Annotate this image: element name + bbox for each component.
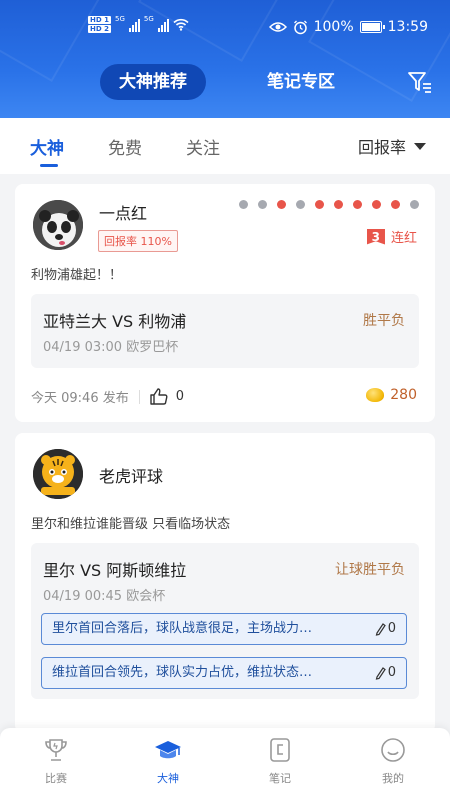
tip-description: 里尔和维拉谁能晋级 只看临场状态 xyxy=(31,517,231,532)
tab-masters[interactable]: 大神 xyxy=(30,134,64,159)
sort-label: 回报率 xyxy=(357,138,406,157)
pick-comments: 0 xyxy=(374,614,396,644)
pick-comments: 0 xyxy=(374,658,396,688)
recent-form-dots xyxy=(239,200,419,209)
avatar[interactable] xyxy=(33,449,83,499)
alarm-icon xyxy=(293,20,307,34)
author-name[interactable]: 老虎评球 xyxy=(99,463,163,487)
pencil-icon xyxy=(375,623,386,636)
pick-snippet[interactable]: 维拉首回合领先，球队实力占优，维拉状态… 0 xyxy=(41,657,407,689)
tip-card[interactable]: 一点红 回报率 110% 3 连红 利物浦雄起！！ 亚特兰大 VS 利物浦 04… xyxy=(15,184,435,422)
card-footer: 今天 09:46 发布 0 xyxy=(31,387,184,406)
divider xyxy=(138,389,140,404)
pencil-icon xyxy=(375,667,386,680)
bottom-navigation: 比赛 大神 笔记 我的 xyxy=(0,728,450,800)
hd1-badge: HD 1 xyxy=(88,16,111,24)
net1-label: 5G xyxy=(114,15,125,23)
nav-label: 我的 xyxy=(382,772,404,785)
nav-masters[interactable]: 大神 xyxy=(138,736,198,786)
nav-profile[interactable]: 我的 xyxy=(363,736,423,786)
form-dot-win xyxy=(372,200,381,209)
form-dot-loss xyxy=(296,200,305,209)
tip-description: 利物浦雄起！！ xyxy=(31,268,123,283)
net2-label: 5G xyxy=(143,15,154,23)
form-dot-win xyxy=(391,200,400,209)
graduation-cap-icon xyxy=(155,741,181,759)
notebook-icon xyxy=(270,738,290,762)
eye-icon xyxy=(268,22,287,32)
tab-notes-zone[interactable]: 笔记专区 xyxy=(256,64,346,100)
battery-percent: 100% xyxy=(313,19,354,35)
sort-dropdown[interactable]: 回报率 xyxy=(358,134,426,158)
form-dot-loss xyxy=(239,200,248,209)
nav-label: 比赛 xyxy=(45,772,67,785)
author-name[interactable]: 一点红 xyxy=(99,200,147,224)
tiger-avatar-image xyxy=(33,449,83,499)
pick-snippet[interactable]: 里尔首回合落后，球队战意很足，主场战力… 0 xyxy=(41,613,407,645)
nav-notes[interactable]: 笔记 xyxy=(250,736,310,786)
signal-icon xyxy=(128,18,140,32)
match-teams: 亚特兰大 VS 利物浦 xyxy=(43,312,187,331)
network-indicators: HD 1 HD 2 5G 5G xyxy=(88,15,189,33)
battery-icon xyxy=(359,21,385,33)
smiley-icon xyxy=(381,738,405,762)
pick-text: 里尔首回合落后，球队战意很足，主场战力… xyxy=(52,621,313,636)
coin-icon xyxy=(366,388,385,402)
app-header: HD 1 HD 2 5G 5G 100% 13:59 大神推荐 笔记专区 xyxy=(0,0,450,118)
nav-label: 笔记 xyxy=(269,772,291,785)
pick-text: 维拉首回合领先，球队实力占优，维拉状态… xyxy=(52,665,313,680)
status-bar: HD 1 HD 2 5G 5G 100% 13:59 xyxy=(0,0,450,58)
nav-matches[interactable]: 比赛 xyxy=(26,736,86,786)
streak-badge: 3 连红 xyxy=(366,227,417,246)
pick-count: 0 xyxy=(387,621,396,636)
tab-following[interactable]: 关注 xyxy=(186,134,220,159)
bet-type: 让球胜平负 xyxy=(335,562,405,578)
trophy-icon xyxy=(45,739,67,761)
panda-avatar-image xyxy=(33,200,83,250)
match-box[interactable]: 亚特兰大 VS 利物浦 04/19 03:00 欧罗巴杯 胜平负 xyxy=(31,294,419,368)
streak-label: 连红 xyxy=(390,231,417,246)
return-rate-badge: 回报率 110% xyxy=(98,230,178,252)
form-dot-win xyxy=(277,200,286,209)
form-dot-win xyxy=(315,200,324,209)
match-box[interactable]: 里尔 VS 阿斯顿维拉 04/19 00:45 欧会杯 让球胜平负 里尔首回合落… xyxy=(31,543,419,699)
form-dot-win xyxy=(353,200,362,209)
avatar[interactable] xyxy=(33,200,83,250)
match-teams: 里尔 VS 阿斯顿维拉 xyxy=(43,561,187,580)
price-tag[interactable]: 280 xyxy=(366,387,417,403)
hd2-badge: HD 2 xyxy=(88,25,111,33)
match-time: 04/19 00:45 欧会杯 xyxy=(43,589,166,604)
publish-time: 今天 09:46 发布 xyxy=(31,391,129,406)
tip-card[interactable]: 老虎评球 里尔和维拉谁能晋级 只看临场状态 里尔 VS 阿斯顿维拉 04/19 … xyxy=(15,433,435,733)
system-indicators: 100% 13:59 xyxy=(268,19,428,35)
sub-tabs: 大神 免费 关注 回报率 xyxy=(0,118,450,174)
match-time: 04/19 03:00 欧罗巴杯 xyxy=(43,340,179,355)
bet-type: 胜平负 xyxy=(363,313,405,329)
signal-icon xyxy=(157,18,169,32)
form-dot-win xyxy=(334,200,343,209)
pick-count: 0 xyxy=(387,665,396,680)
streak-count: 3 xyxy=(366,228,385,245)
active-tab-indicator xyxy=(40,164,58,167)
form-dot-loss xyxy=(258,200,267,209)
tab-free[interactable]: 免费 xyxy=(108,134,142,159)
tab-master-picks[interactable]: 大神推荐 xyxy=(100,64,206,100)
caret-down-icon xyxy=(414,142,426,150)
hd-badges: HD 1 HD 2 xyxy=(88,16,111,33)
thumbs-up-icon xyxy=(150,388,168,405)
wifi-icon xyxy=(173,18,189,31)
form-dot-loss xyxy=(410,200,419,209)
nav-label: 大神 xyxy=(157,772,179,785)
price-value: 280 xyxy=(390,387,417,403)
like-button[interactable]: 0 xyxy=(150,388,184,405)
like-count: 0 xyxy=(175,389,185,404)
clock: 13:59 xyxy=(387,19,428,35)
filter-list-icon[interactable] xyxy=(407,70,433,94)
